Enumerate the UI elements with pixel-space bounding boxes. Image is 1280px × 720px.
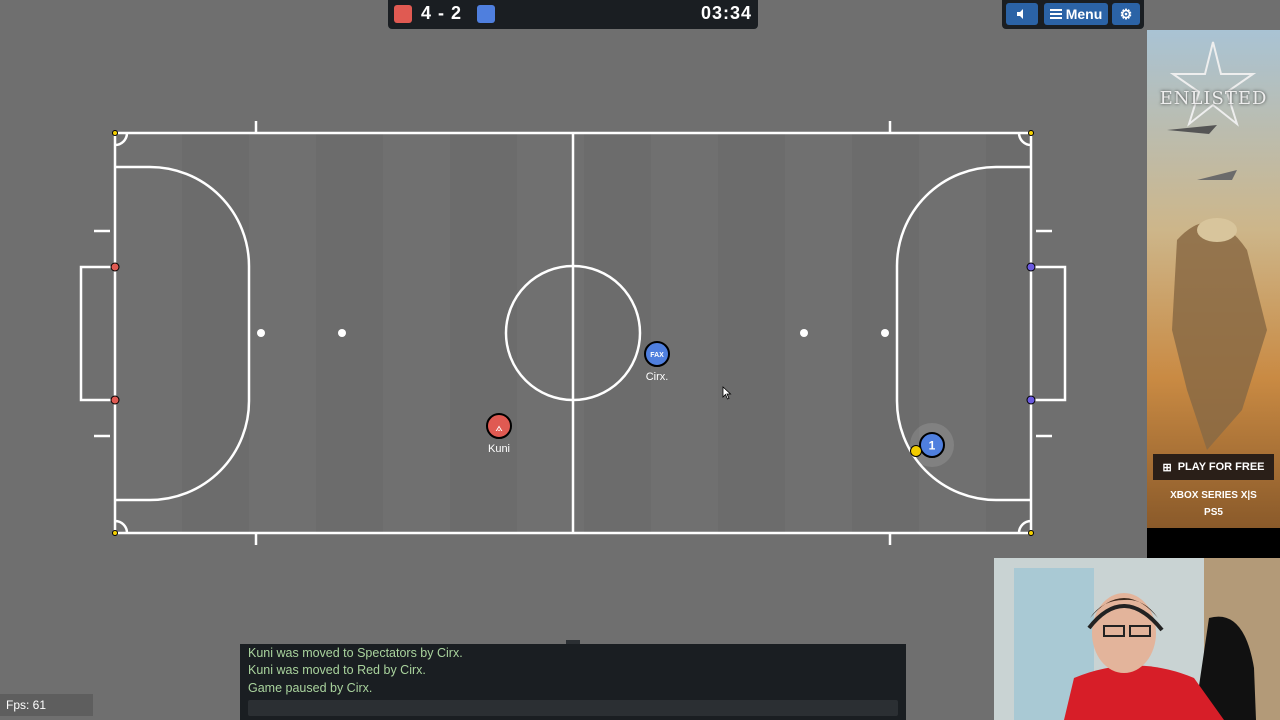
ad-play-button[interactable]: ⊞ PLAY FOR FREE xyxy=(1153,454,1274,480)
speaker-icon xyxy=(1017,9,1023,19)
windows-icon: ⊞ xyxy=(1162,461,1172,474)
ball xyxy=(910,445,922,457)
player-kuni: ⟑ Kuni xyxy=(486,413,512,455)
mouse-cursor-icon xyxy=(722,386,732,400)
score: 4 - 2 xyxy=(421,3,463,23)
ad-footer xyxy=(1147,528,1280,558)
settings-button[interactable]: ⚙ xyxy=(1112,3,1140,25)
fps-counter: Fps: 61 xyxy=(0,694,93,716)
right-goal-post-top xyxy=(1026,262,1036,272)
ad-logo: ENLISTED xyxy=(1159,88,1268,109)
streamer-image xyxy=(994,558,1280,720)
menu-button[interactable]: Menu xyxy=(1044,3,1108,25)
player-name: Kuni xyxy=(488,443,510,455)
scoreboard: 4 - 2 03:34 xyxy=(388,0,758,29)
top-controls: Menu ⚙ xyxy=(1002,0,1144,29)
right-goal xyxy=(1031,265,1067,402)
ad-cta-label: PLAY FOR FREE xyxy=(1177,461,1265,473)
player-self: 1 xyxy=(910,423,954,467)
ad-platform-xbox: XBOX SERIES X|S xyxy=(1170,490,1257,501)
left-goal-post-top xyxy=(110,262,120,272)
sound-button[interactable] xyxy=(1006,3,1038,25)
chat-panel: Kuni was moved to Spectators by Cirx. Ku… xyxy=(240,644,906,720)
futsal-field: ⟑ Kuni FAX Cirx. 1 xyxy=(79,121,1067,545)
left-goal-post-bottom xyxy=(110,395,120,405)
webcam-overlay xyxy=(994,558,1280,720)
gear-icon: ⚙ xyxy=(1119,5,1133,22)
left-goal xyxy=(79,265,115,402)
chat-message: Kuni was moved to Spectators by Cirx. xyxy=(248,646,463,660)
player-avatar: 1 xyxy=(929,439,936,453)
red-team-chip xyxy=(394,5,412,23)
hamburger-icon xyxy=(1049,9,1062,19)
ad-banner[interactable]: ENLISTED ⊞ PLAY FOR FREE XBOX SERIES X|S… xyxy=(1147,30,1280,528)
blue-team-chip xyxy=(477,5,495,23)
chat-message: Kuni was moved to Red by Cirx. xyxy=(248,663,426,677)
ad-platform-ps: PS5 xyxy=(1204,507,1223,518)
player-cirx: FAX Cirx. xyxy=(644,341,670,383)
player-avatar: ⟑ xyxy=(495,420,502,434)
match-timer: 03:34 xyxy=(700,3,752,23)
menu-label: Menu xyxy=(1065,6,1103,22)
player-avatar: FAX xyxy=(650,352,664,359)
chat-input[interactable] xyxy=(248,700,898,716)
player-name: Cirx. xyxy=(646,371,669,383)
right-goal-post-bottom xyxy=(1026,395,1036,405)
chat-message: Game paused by Cirx. xyxy=(248,681,373,695)
